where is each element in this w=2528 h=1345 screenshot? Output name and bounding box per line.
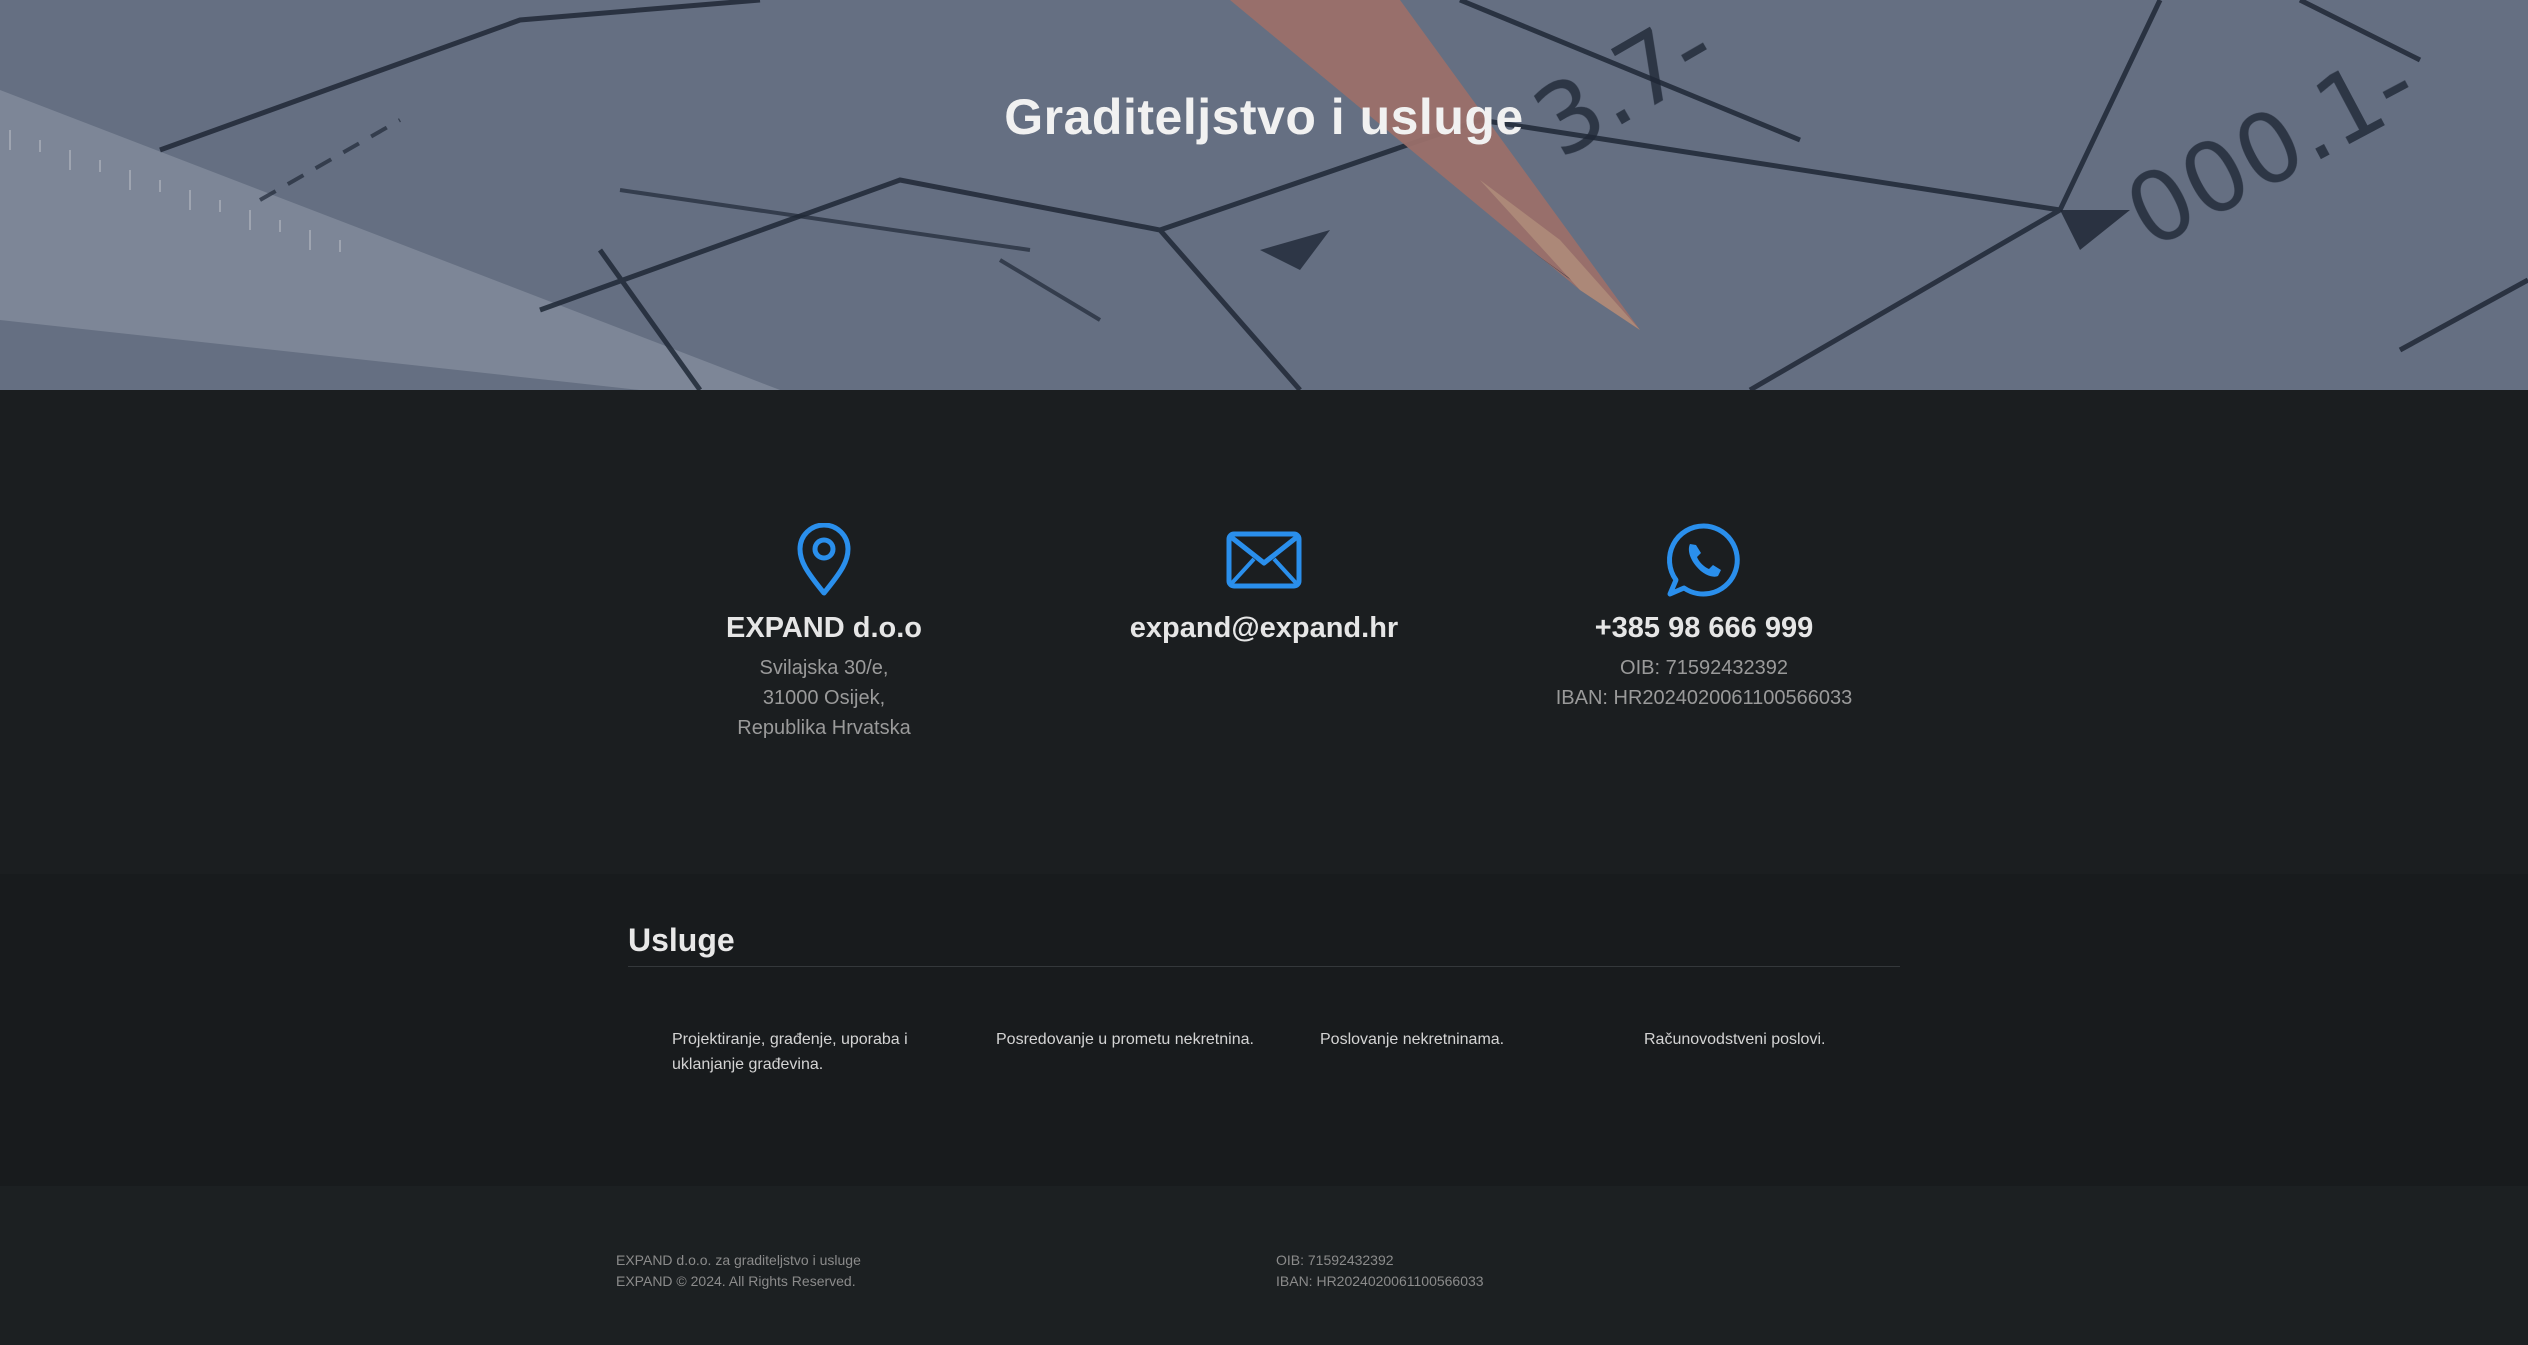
whatsapp-icon[interactable] (1484, 520, 1924, 600)
services-heading: Usluge (628, 922, 735, 958)
contact-section: EXPAND d.o.o Svilajska 30/e, 31000 Osije… (0, 390, 2528, 874)
email-link[interactable]: expand@expand.hr (1044, 612, 1484, 645)
map-pin-icon (604, 520, 1044, 600)
envelope-icon[interactable] (1044, 520, 1484, 600)
company-name: EXPAND d.o.o (725, 612, 923, 644)
service-item: Računovodstveni poslovi. (1644, 1031, 1826, 1048)
address-line: Svilajska 30/e, (759, 657, 889, 679)
blueprint-background-image: 000.1- 3.7- (0, 0, 2528, 390)
services-section: Usluge Projektiranje, građenje, uporaba … (0, 874, 2528, 1186)
hero-banner: 000.1- 3.7- Graditeljstvo i usluge (0, 0, 2528, 390)
address-line: Republika Hrvatska (737, 717, 911, 739)
address-line: 31000 Osijek, (762, 687, 886, 709)
page-title: Graditeljstvo i usluge (1004, 89, 1524, 145)
service-item: Poslovanje nekretninama. (1320, 1031, 1505, 1048)
service-item: Posredovanje u prometu nekretnina. (996, 1031, 1254, 1048)
company-column: EXPAND d.o.o Svilajska 30/e, 31000 Osije… (604, 520, 1044, 743)
phone-column: +385 98 666 999 OIB: 71592432392 IBAN: H… (1484, 520, 1924, 713)
oib-text: OIB: 71592432392 (1620, 657, 1788, 679)
iban-text: IBAN: HR2024020061100566033 (1555, 687, 1853, 709)
footer-company-info: EXPAND d.o.o. za graditeljstvo i usluge … (616, 1250, 861, 1292)
footer-iban: IBAN: HR2024020061100566033 (1276, 1273, 1484, 1289)
footer: EXPAND d.o.o. za graditeljstvo i usluge … (0, 1186, 2528, 1345)
divider (628, 966, 1900, 967)
copyright-text: EXPAND © 2024. All Rights Reserved. (616, 1273, 856, 1289)
email-column: expand@expand.hr (1044, 520, 1484, 645)
footer-company-name: EXPAND d.o.o. za graditeljstvo i usluge (616, 1252, 861, 1268)
phone-number[interactable]: +385 98 666 999 (1484, 612, 1924, 645)
service-item: Projektiranje, građenje, uporaba i uklan… (672, 1031, 908, 1073)
footer-oib: OIB: 71592432392 (1276, 1252, 1394, 1268)
footer-legal-info: OIB: 71592432392 IBAN: HR202402006110056… (1276, 1250, 1484, 1292)
